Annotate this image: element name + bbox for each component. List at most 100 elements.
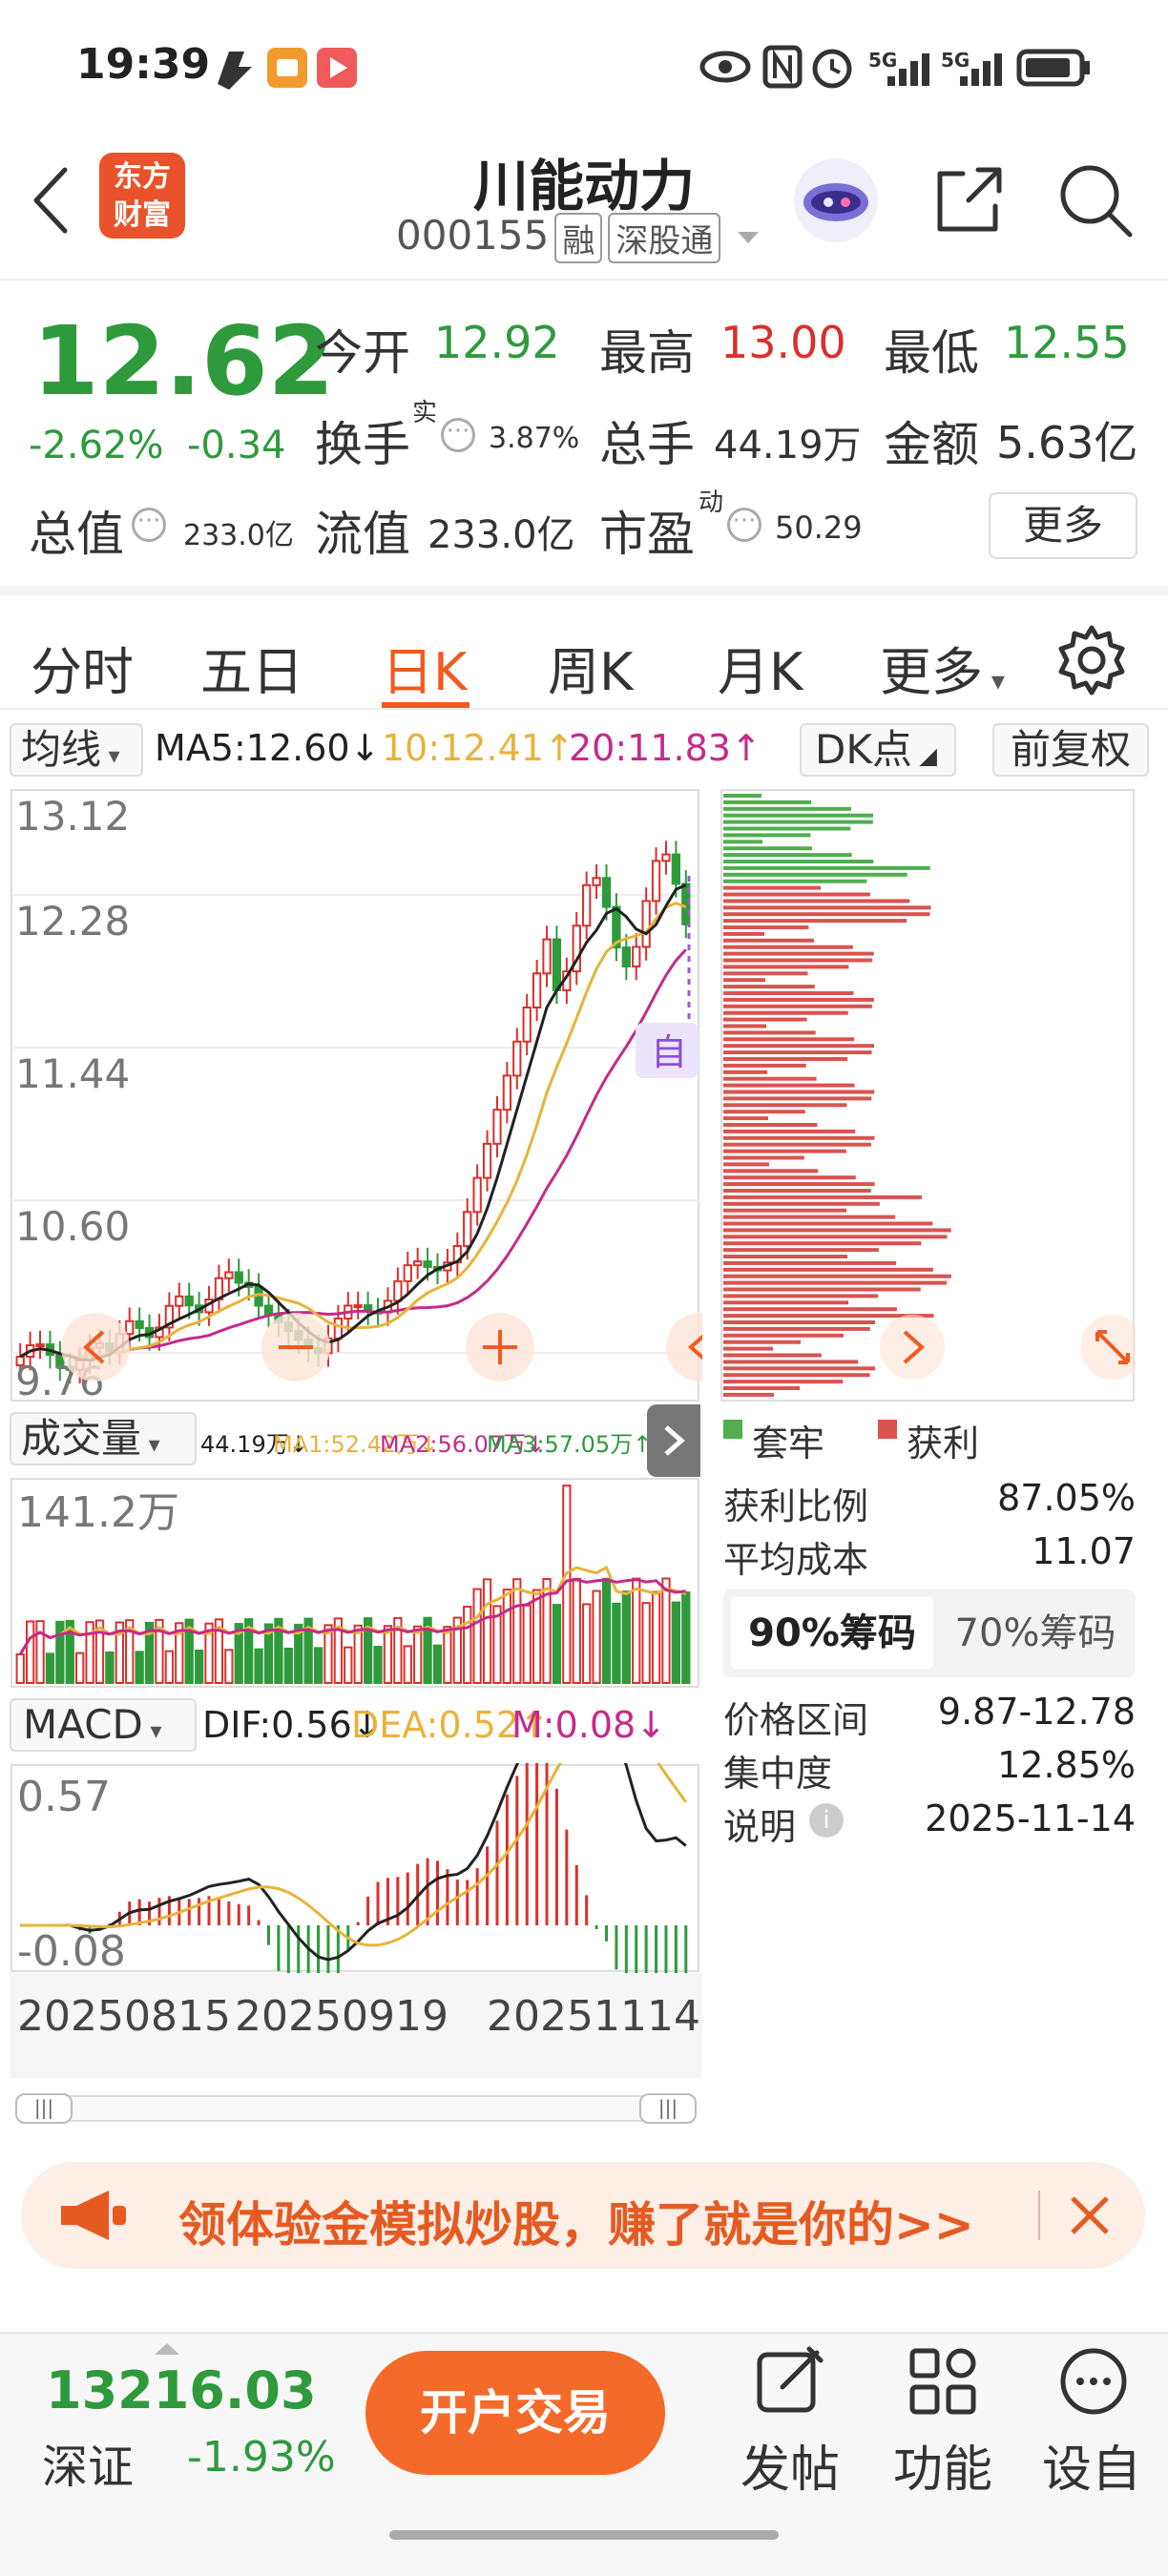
chip-bar xyxy=(723,912,930,917)
chip-bar xyxy=(723,1386,801,1390)
volume-bar xyxy=(164,1650,175,1684)
compose-icon[interactable] xyxy=(754,2345,826,2418)
last-price: 12.62 xyxy=(32,305,335,417)
volume-select[interactable]: 成交量 ▾ xyxy=(10,1412,197,1465)
chip-range-tabs: 90%筹码 70%筹码 xyxy=(723,1589,1136,1677)
turnover-label: 换手 xyxy=(315,417,410,472)
tab-daily-k[interactable]: 日K xyxy=(382,630,467,705)
index-value[interactable]: 13216.03 xyxy=(46,2360,317,2420)
chip-bar xyxy=(723,1320,876,1324)
volume-bar xyxy=(443,1626,452,1684)
loss-legend-label: 套牢 xyxy=(752,1423,825,1465)
volume-bar xyxy=(254,1648,263,1685)
info-dots-icon[interactable]: ··· xyxy=(132,508,166,542)
chip-bar xyxy=(723,997,874,1002)
volume-bar xyxy=(383,1625,393,1684)
macd-chart[interactable]: 0.57 -0.08 xyxy=(10,1763,702,1973)
margin-tag: 融 xyxy=(554,213,603,263)
macd-select[interactable]: MACD ▾ xyxy=(10,1698,197,1752)
tab-monthly-k[interactable]: 月K xyxy=(718,630,803,705)
function-button[interactable]: 功能 xyxy=(893,2429,992,2501)
volume-bar xyxy=(344,1646,353,1684)
volume-max-label: 141.2万 xyxy=(17,1488,179,1537)
tab-intraday[interactable]: 分时 xyxy=(31,630,134,705)
dk-marker-label: 自 xyxy=(651,1031,687,1073)
tab-chip-70[interactable]: 70%筹码 xyxy=(935,1597,1136,1670)
volume-bar xyxy=(502,1589,512,1684)
more-button[interactable]: 更多 xyxy=(989,492,1137,559)
tab-five-day[interactable]: 五日 xyxy=(200,630,303,705)
tab-chip-90[interactable]: 90%筹码 xyxy=(731,1597,933,1670)
chip-bar xyxy=(723,1346,774,1351)
info-dots-icon[interactable]: ··· xyxy=(441,418,475,452)
expand-panel-button[interactable] xyxy=(647,1404,700,1477)
assistant-avatar-icon[interactable] xyxy=(790,155,882,246)
volume-chart[interactable]: 141.2万 xyxy=(10,1477,702,1689)
chip-bar xyxy=(723,1333,845,1338)
share-icon[interactable] xyxy=(930,162,1007,239)
chip-bar xyxy=(723,905,931,910)
volume-bar xyxy=(283,1647,293,1684)
chip-bar xyxy=(723,1123,818,1127)
promo-banner[interactable]: 领体验金模拟炒股，赚了就是你的>> xyxy=(21,2162,1145,2269)
stock-code-row[interactable]: 000155 融深股通 xyxy=(396,212,762,263)
chip-bar xyxy=(723,925,809,929)
more-dots-icon[interactable] xyxy=(1057,2345,1130,2418)
volume-bar xyxy=(313,1647,323,1684)
ma-select[interactable]: 均线 ▾ xyxy=(10,723,143,777)
loss-legend-swatch xyxy=(723,1420,742,1439)
tab-more[interactable]: 更多 ▾ xyxy=(880,630,1005,705)
price-range-label: 价格区间 xyxy=(723,1699,869,1741)
adjust-button[interactable]: 前复权 xyxy=(992,723,1149,777)
chip-bar xyxy=(723,919,907,924)
chip-bar xyxy=(723,965,849,969)
volume-bar xyxy=(413,1625,423,1685)
chip-bar xyxy=(723,1024,767,1028)
chip-distribution-chart[interactable] xyxy=(720,788,1136,1404)
slider-handle-left[interactable]: ||| xyxy=(15,2093,73,2124)
y-tick: 13.12 xyxy=(15,793,130,840)
vol-ma3-label: MA3:57.05万↑ xyxy=(487,1431,653,1458)
range-slider[interactable]: ||| ||| xyxy=(15,2093,697,2124)
promo-text: 领体验金模拟炒股，赚了就是你的>> xyxy=(178,2197,974,2253)
info-dots-icon[interactable]: ··· xyxy=(727,508,761,542)
volume-bar xyxy=(601,1577,612,1684)
open-account-trade-button[interactable]: 开户交易 xyxy=(365,2351,665,2475)
volume-value: 44.19万 xyxy=(714,424,862,467)
turnover-value: 3.87% xyxy=(489,422,580,455)
apps-grid-icon[interactable] xyxy=(907,2345,979,2418)
chip-bar xyxy=(723,1017,807,1022)
custom-button[interactable]: 设自 xyxy=(1042,2429,1141,2501)
chip-bar xyxy=(723,1360,859,1364)
info-icon[interactable]: i xyxy=(809,1803,844,1838)
date-label: 20250815 xyxy=(17,1992,231,2041)
caret-up-icon xyxy=(155,2343,179,2355)
dk-point-select[interactable]: DK点 ◢ xyxy=(800,723,956,777)
close-icon[interactable] xyxy=(1065,2191,1115,2240)
chevron-right-icon xyxy=(664,1425,685,1456)
chip-bar xyxy=(723,1076,817,1081)
kline-chart[interactable]: 13.12 12.28 11.44 10.60 9.76 自 xyxy=(10,788,702,1404)
chip-bar xyxy=(723,833,811,838)
open-label: 今开 xyxy=(315,325,410,381)
tab-weekly-k[interactable]: 周K xyxy=(548,630,633,705)
chip-bar xyxy=(723,1228,951,1233)
chip-bar xyxy=(723,860,874,863)
volume-bar xyxy=(482,1578,492,1684)
chip-bar xyxy=(723,938,814,943)
search-icon[interactable] xyxy=(1055,160,1136,240)
gear-icon[interactable] xyxy=(1055,624,1128,696)
chip-bar xyxy=(723,1201,880,1206)
scroll-left-icon[interactable] xyxy=(61,1313,130,1381)
chip-bar xyxy=(723,1030,816,1035)
post-button[interactable]: 发帖 xyxy=(740,2429,840,2501)
volume-bar xyxy=(671,1601,681,1684)
float-mv-value: 233.0亿 xyxy=(428,513,575,557)
ma10-label: 10:12.41↑ xyxy=(382,727,574,769)
volume-bar xyxy=(45,1652,55,1684)
system-status-icons: 5G 5G xyxy=(699,45,1090,89)
chip-bar xyxy=(723,1267,933,1272)
chip-bar xyxy=(723,1392,775,1397)
slider-handle-right[interactable]: ||| xyxy=(639,2093,697,2124)
volume-bar xyxy=(612,1602,621,1684)
